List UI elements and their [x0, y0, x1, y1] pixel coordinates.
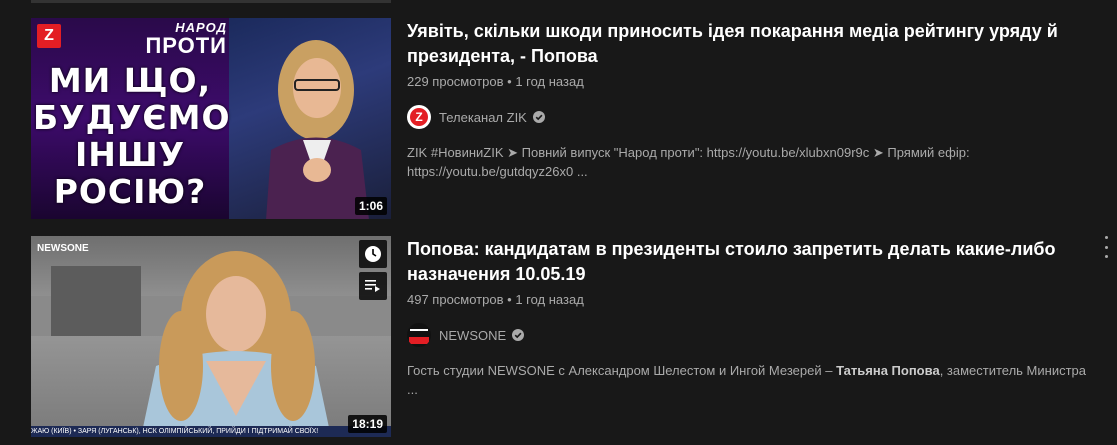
kebab-dot [1104, 255, 1108, 258]
video-info: Уявіть, скільки шкоди приносить ідея пок… [407, 18, 1097, 219]
duration-badge: 18:19 [348, 415, 387, 433]
duration-badge: 1:06 [354, 197, 387, 215]
newsone-logo: NEWSONE [37, 243, 89, 254]
video-result[interactable]: Z НАРОД ПРОТИ МИ ЩО, БУДУЄМО ІНШУ РОСІЮ?… [31, 18, 1117, 219]
video-thumbnail[interactable]: NEWSONE ЖАЮ (КИЇВ) • ЗАРЯ (ЛУГАНСЬК), НС… [31, 236, 391, 437]
zik-logo: Z [37, 24, 61, 48]
upload-age: 1 год назад [515, 74, 584, 89]
description-highlight: Татьяна Попова [836, 363, 940, 378]
channel-name[interactable]: NEWSONE [439, 328, 506, 343]
video-description: Гость студии NEWSONE с Александром Шелес… [407, 361, 1097, 399]
channel-name[interactable]: Телеканал ZIK [439, 110, 527, 125]
video-info: Попова: кандидатам в президенты стоило з… [407, 236, 1097, 437]
kebab-dot [1104, 236, 1108, 239]
description-text: Гость студии NEWSONE с Александром Шелес… [407, 363, 837, 378]
upload-age: 1 год назад [515, 292, 584, 307]
channel-link[interactable]: NEWSONE [407, 323, 1097, 347]
previous-video-thumb-edge [31, 0, 391, 3]
verified-icon [512, 329, 525, 341]
view-count: 229 просмотров [407, 74, 504, 89]
video-thumbnail[interactable]: Z НАРОД ПРОТИ МИ ЩО, БУДУЄМО ІНШУ РОСІЮ?… [31, 18, 391, 219]
channel-avatar[interactable]: Z [407, 105, 431, 129]
kebab-dot [1104, 245, 1108, 249]
thumbnail-ticker: ЖАЮ (КИЇВ) • ЗАРЯ (ЛУГАНСЬК), НСК ОЛІМПІ… [31, 426, 391, 437]
queue-icon [365, 280, 380, 292]
show-logo: НАРОД ПРОТИ [135, 20, 227, 57]
thumbnail-person-image [266, 40, 369, 219]
verified-icon [532, 111, 545, 123]
channel-link[interactable]: Z Телеканал ZIK [407, 105, 1097, 129]
channel-avatar[interactable] [407, 323, 431, 347]
clock-icon [365, 246, 381, 262]
video-description: ZIK #НовиниZIK ➤ Повний випуск "Народ пр… [407, 145, 970, 179]
view-count: 497 просмотров [407, 292, 504, 307]
video-result[interactable]: NEWSONE ЖАЮ (КИЇВ) • ЗАРЯ (ЛУГАНСЬК), НС… [31, 236, 1117, 437]
show-logo-bottom: ПРОТИ [145, 33, 227, 58]
more-actions-button[interactable] [1100, 236, 1112, 258]
video-metadata: 229 просмотров • 1 год назад [407, 73, 1097, 91]
video-title[interactable]: Попова: кандидатам в президенты стоило з… [407, 236, 1097, 287]
video-metadata: 497 просмотров • 1 год назад [407, 291, 1097, 309]
thumbnail-person-image [31, 251, 391, 437]
add-to-queue-button[interactable] [359, 272, 387, 300]
video-title[interactable]: Уявіть, скільки шкоди приносить ідея пок… [407, 18, 1097, 69]
thumbnail-caption: МИ ЩО, БУДУЄМО ІНШУ РОСІЮ? [33, 61, 231, 211]
watch-later-button[interactable] [359, 240, 387, 268]
